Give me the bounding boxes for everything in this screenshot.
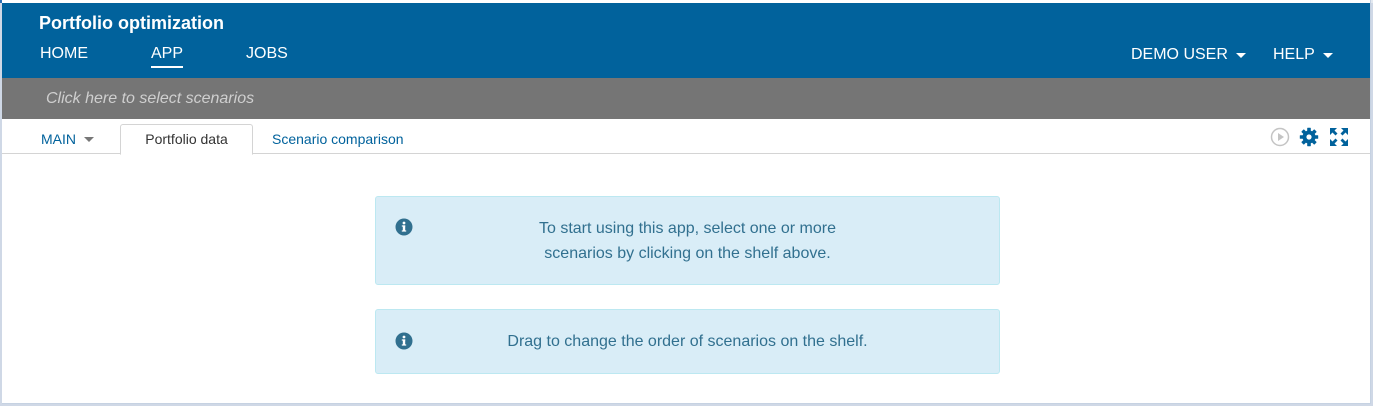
tab-scenario-comparison[interactable]: Scenario comparison	[272, 131, 404, 147]
shelf-placeholder: Click here to select scenarios	[46, 90, 255, 107]
alert-message: To start using this app, select one or m…	[416, 216, 959, 266]
alert-message: Drag to change the order of scenarios on…	[416, 329, 959, 354]
app-header: Portfolio optimization HOME APP JOBS DEM…	[2, 3, 1370, 78]
main-menu-dropdown[interactable]: MAIN	[41, 131, 94, 147]
nav-jobs[interactable]: JOBS	[246, 45, 288, 63]
caret-down-icon	[1235, 52, 1246, 58]
user-menu-label: DEMO USER	[1131, 46, 1228, 63]
info-alert-start: To start using this app, select one or m…	[375, 196, 1000, 285]
expand-icon[interactable]	[1329, 127, 1349, 147]
alert-message-line: scenarios by clicking on the shelf above…	[544, 245, 831, 262]
scenario-shelf[interactable]: Click here to select scenarios	[2, 78, 1370, 119]
info-alert-drag: Drag to change the order of scenarios on…	[375, 309, 1000, 374]
app-title: Portfolio optimization	[39, 13, 224, 33]
nav-app-label: APP	[151, 45, 184, 62]
app-frame: Portfolio optimization HOME APP JOBS DEM…	[2, 0, 1371, 404]
caret-down-icon	[1322, 52, 1333, 58]
alert-message-line: Drag to change the order of scenarios on…	[507, 333, 868, 350]
info-icon	[395, 218, 413, 236]
active-nav-underline	[151, 66, 184, 68]
view-tab-bar: MAIN Portfolio data Scenario comparison	[2, 119, 1370, 155]
caret-down-icon	[84, 136, 94, 142]
info-icon	[395, 332, 413, 350]
main-menu-label: MAIN	[41, 131, 76, 147]
play-icon[interactable]	[1270, 127, 1290, 147]
tab-portfolio-data[interactable]: Portfolio data	[120, 124, 253, 155]
help-menu-label: HELP	[1273, 46, 1315, 63]
alert-message-line: To start using this app, select one or m…	[538, 220, 837, 237]
nav-app[interactable]: APP	[151, 45, 184, 68]
gear-icon[interactable]	[1299, 127, 1319, 147]
nav-home[interactable]: HOME	[40, 45, 88, 63]
help-menu[interactable]: HELP	[1273, 46, 1333, 64]
user-menu[interactable]: DEMO USER	[1131, 46, 1246, 64]
